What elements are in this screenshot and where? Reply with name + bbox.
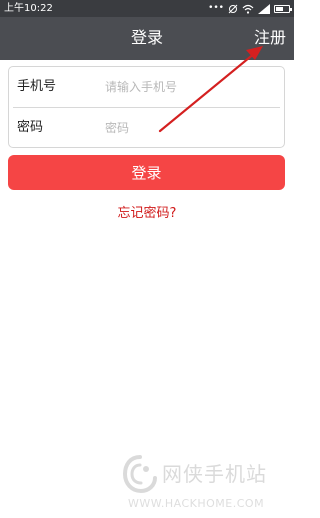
- nav-bar: 登录 注册: [0, 17, 294, 60]
- password-input[interactable]: [105, 116, 275, 140]
- wifi-icon: [242, 0, 254, 18]
- password-row: 密码: [9, 108, 284, 148]
- login-button[interactable]: 登录: [8, 155, 285, 190]
- watermark: 网侠手机站 WWW.HACKHOME.COM: [122, 454, 292, 514]
- register-button[interactable]: 注册: [254, 28, 286, 48]
- phone-row: 手机号: [9, 67, 284, 107]
- status-time: 上午10:22: [4, 3, 53, 14]
- watermark-name: 网侠手机站: [162, 462, 267, 486]
- watermark-url: WWW.HACKHOME.COM: [128, 497, 265, 510]
- signal-icon: [258, 0, 270, 18]
- dots-icon: •••: [208, 3, 224, 13]
- password-label: 密码: [17, 120, 44, 135]
- page-title: 登录: [130, 28, 163, 47]
- status-icons: •••: [208, 3, 292, 14]
- alarm-off-icon: [228, 0, 238, 18]
- phone-label: 手机号: [17, 79, 57, 94]
- status-bar: 上午10:22 •••: [0, 0, 294, 17]
- phone-input[interactable]: [105, 75, 275, 99]
- battery-icon: [274, 4, 292, 13]
- forgot-password-link[interactable]: 忘记密码?: [0, 206, 294, 222]
- login-form: 手机号 密码: [8, 66, 285, 148]
- watermark-logo-icon: [122, 455, 157, 494]
